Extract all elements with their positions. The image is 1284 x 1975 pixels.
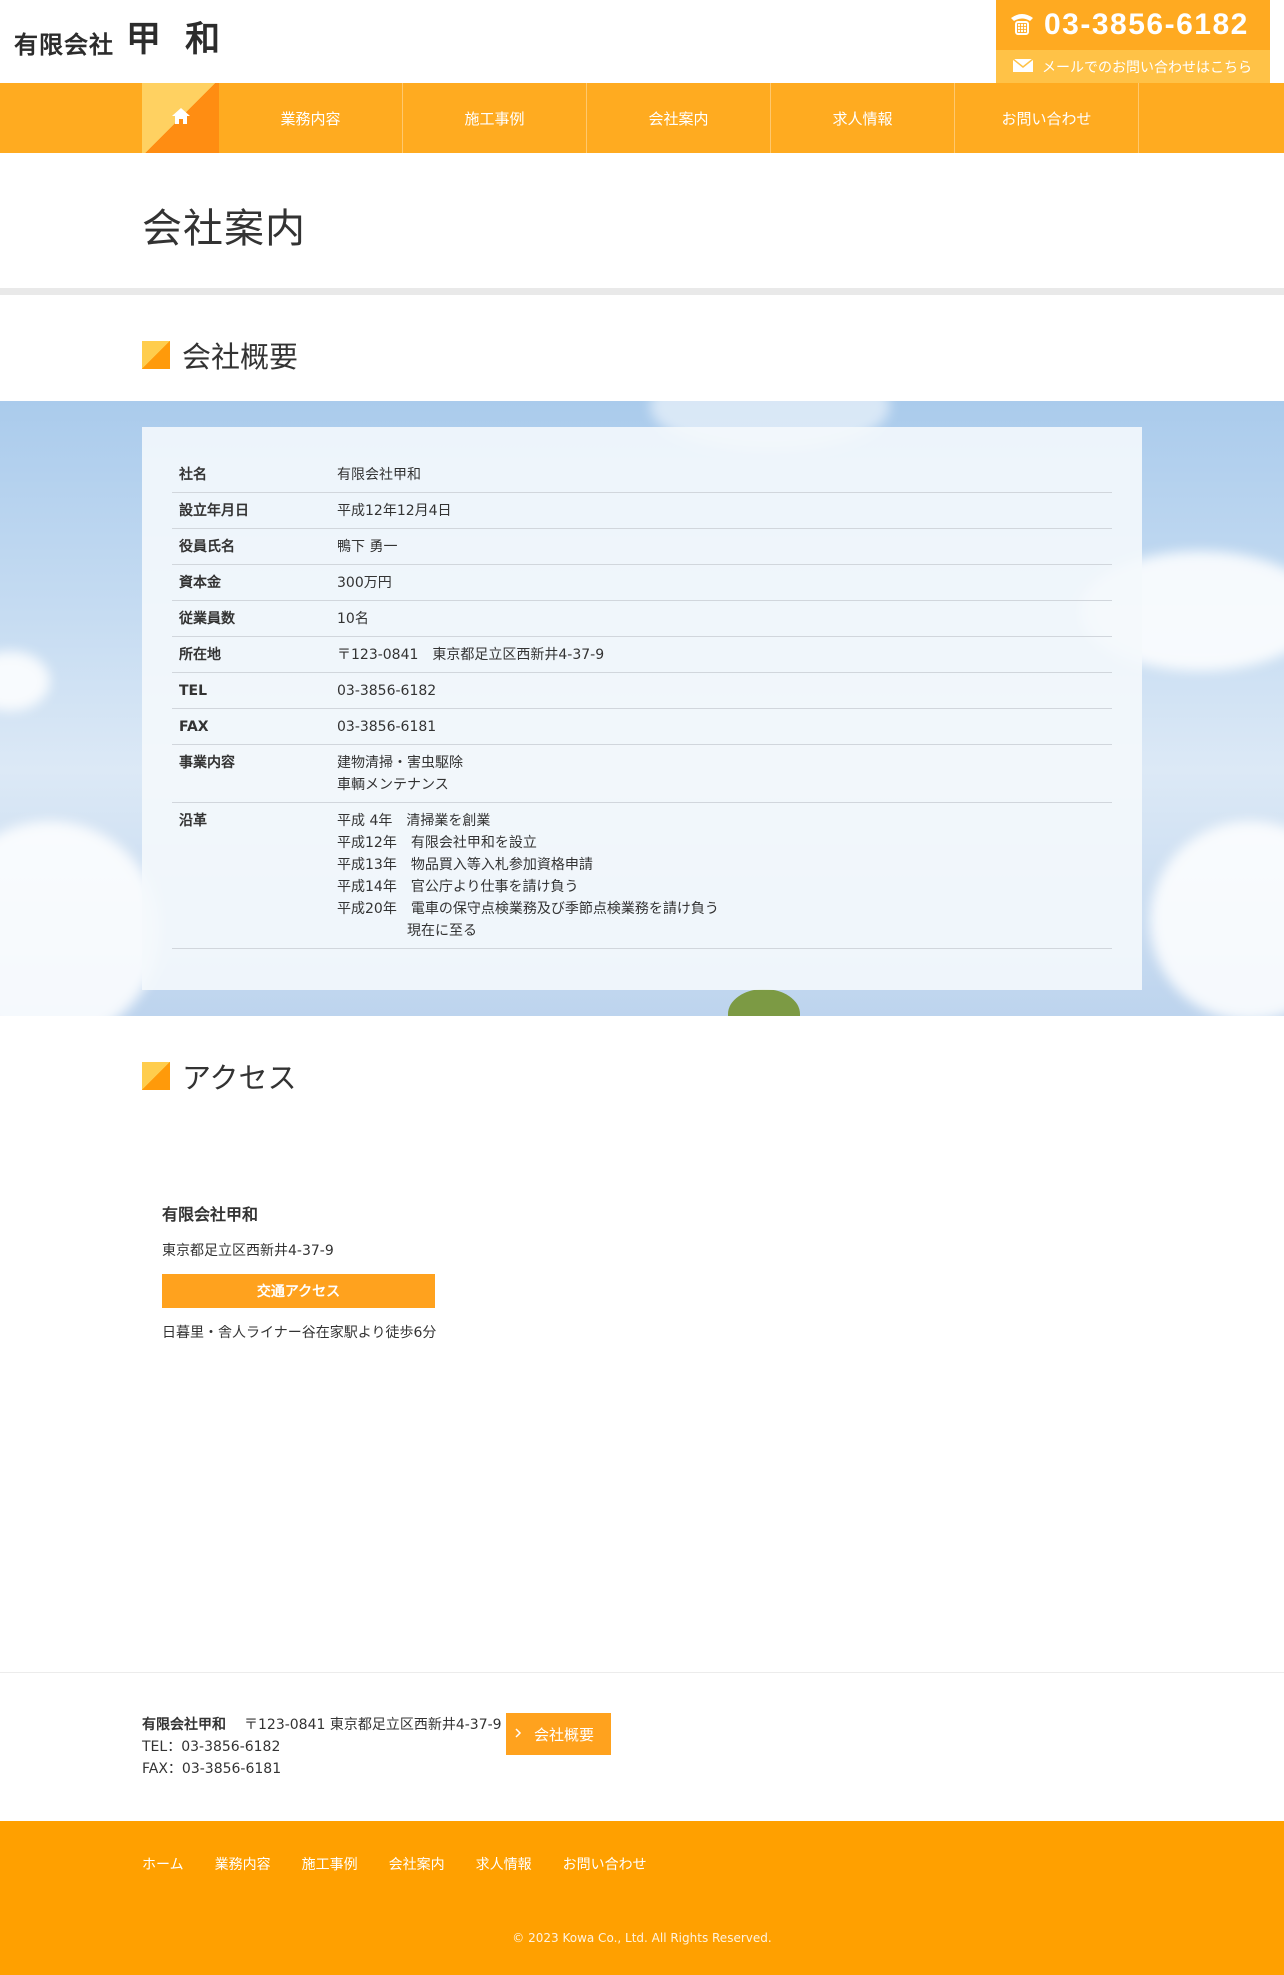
row-label: 社名 — [179, 467, 207, 483]
value-line: 鴨下 勇一 — [337, 539, 398, 555]
header-contact: 03-3856-6182 メールでのお問い合わせはこちら — [996, 0, 1270, 83]
value-line: 平成 4年 清掃業を創業 — [337, 813, 491, 829]
value-line: 現在に至る — [337, 923, 477, 939]
footer-link-home[interactable]: ホーム — [142, 1854, 184, 1874]
nav-home[interactable] — [142, 83, 219, 153]
value-line: 平成12年12月4日 — [337, 503, 452, 519]
site-logo[interactable]: 有限会社 甲 和 — [14, 20, 226, 60]
company-overview-button[interactable]: 会社概要 — [506, 1713, 611, 1755]
footer-fax: FAX：03-3856-6181 — [142, 1761, 282, 1777]
access-route: 日暮里・舎人ライナー谷在家駅より徒歩6分 — [162, 1325, 437, 1341]
heading-square-icon — [142, 341, 170, 369]
row-value: 03-3856-6182 — [337, 680, 1112, 702]
table-row: 設立年月日 平成12年12月4日 — [172, 493, 1112, 529]
nav-item-company[interactable]: 会社案内 — [587, 83, 771, 153]
value-line: 有限会社甲和 — [337, 467, 421, 483]
footer-link-contact[interactable]: お問い合わせ — [563, 1854, 647, 1874]
row-label: 資本金 — [179, 575, 221, 591]
heading-square-icon — [142, 1062, 170, 1090]
logo-prefix: 有限会社 — [14, 31, 114, 59]
row-value: 〒123-0841 東京都足立区西新井4-37-9 — [337, 644, 1112, 666]
table-row: 資本金 300万円 — [172, 565, 1112, 601]
footer-link-services[interactable]: 業務内容 — [215, 1854, 271, 1874]
company-overview-table: 社名 有限会社甲和 設立年月日 平成12年12月4日 役員氏名 鴨下 勇一 資本… — [172, 457, 1112, 949]
footer-tel: TEL：03-3856-6182 — [142, 1739, 281, 1755]
row-value: 有限会社甲和 — [337, 464, 1112, 486]
value-line: 車輌メンテナンス — [337, 777, 449, 793]
row-value: 建物清掃・害虫駆除 車輌メンテナンス — [337, 752, 1112, 796]
footer-link-recruit[interactable]: 求人情報 — [476, 1854, 532, 1874]
transport-access-button[interactable]: 交通アクセス — [162, 1274, 435, 1308]
table-row: 役員氏名 鴨下 勇一 — [172, 529, 1112, 565]
value-line: 平成12年 有限会社甲和を設立 — [337, 835, 537, 851]
row-label: TEL — [179, 683, 208, 699]
row-value: 鴨下 勇一 — [337, 536, 1112, 558]
logo-name: 甲 和 — [126, 20, 227, 60]
value-line: 300万円 — [337, 575, 392, 591]
table-row: TEL 03-3856-6182 — [172, 673, 1112, 709]
value-line: 〒123-0841 東京都足立区西新井4-37-9 — [337, 647, 605, 663]
row-label: 設立年月日 — [179, 503, 249, 519]
row-value: 03-3856-6181 — [337, 716, 1112, 738]
access-address: 東京都足立区西新井4-37-9 — [162, 1243, 334, 1259]
row-label: 事業内容 — [179, 755, 235, 771]
footer-company-info: 有限会社甲和 〒123-0841 東京都足立区西新井4-37-9 TEL：03-3… — [142, 1714, 502, 1780]
row-value: 平成12年12月4日 — [337, 500, 1112, 522]
company-overview-button-label: 会社概要 — [534, 1725, 595, 1744]
nav-item-works[interactable]: 施工事例 — [403, 83, 587, 153]
row-label: 役員氏名 — [179, 539, 235, 555]
value-line: 平成20年 電車の保守点検業務及び季節点検業務を請け負う — [337, 901, 719, 917]
footer-address: 〒123-0841 東京都足立区西新井4-37-9 — [244, 1717, 502, 1733]
row-label: FAX — [179, 719, 209, 735]
overview-title: 会社概要 — [182, 340, 299, 374]
row-value: 10名 — [337, 608, 1112, 630]
mail-icon — [1012, 57, 1034, 77]
access-heading: アクセス — [142, 1055, 297, 1097]
chevron-right-icon — [514, 1725, 522, 1743]
row-label: 沿革 — [179, 813, 207, 829]
footer-nav: ホーム 業務内容 施工事例 会社案内 求人情報 お問い合わせ — [142, 1854, 647, 1874]
title-divider — [0, 288, 1284, 295]
footer-link-company[interactable]: 会社案内 — [389, 1854, 445, 1874]
nav-item-recruit[interactable]: 求人情報 — [771, 83, 955, 153]
mail-contact-link[interactable]: メールでのお問い合わせはこちら — [996, 50, 1270, 83]
nav-item-services[interactable]: 業務内容 — [219, 83, 403, 153]
global-nav: 業務内容 施工事例 会社案内 求人情報 お問い合わせ — [0, 83, 1284, 153]
table-row: 事業内容 建物清掃・害虫駆除 車輌メンテナンス — [172, 745, 1112, 803]
access-company-name: 有限会社甲和 — [162, 1205, 259, 1224]
row-value: 300万円 — [337, 572, 1112, 594]
site-header: 有限会社 甲 和 03-3856-6182 メールでのお問い合わせはこちら — [0, 0, 1284, 83]
mail-contact-label: メールでのお問い合わせはこちら — [1042, 59, 1252, 76]
row-value: 平成 4年 清掃業を創業 平成12年 有限会社甲和を設立 平成13年 物品買入等… — [337, 810, 1112, 942]
value-line: 03-3856-6181 — [337, 719, 437, 735]
copyright: © 2023 Kowa Co., Ltd. All Rights Reserve… — [512, 1931, 772, 1945]
table-row: FAX 03-3856-6181 — [172, 709, 1112, 745]
table-row: 社名 有限会社甲和 — [172, 457, 1112, 493]
table-row: 沿革 平成 4年 清掃業を創業 平成12年 有限会社甲和を設立 平成13年 物品… — [172, 803, 1112, 949]
page-title: 会社案内 — [142, 206, 306, 252]
overview-heading: 会社概要 — [142, 334, 298, 376]
nav-item-contact[interactable]: お問い合わせ — [955, 83, 1139, 153]
company-overview-card: 社名 有限会社甲和 設立年月日 平成12年12月4日 役員氏名 鴨下 勇一 資本… — [142, 427, 1142, 990]
table-row: 所在地 〒123-0841 東京都足立区西新井4-37-9 — [172, 637, 1112, 673]
phone-icon — [1008, 9, 1036, 41]
row-label: 従業員数 — [179, 611, 235, 627]
phone-link[interactable]: 03-3856-6182 — [996, 0, 1270, 50]
access-title: アクセス — [182, 1061, 297, 1095]
footer-divider — [0, 1672, 1284, 1673]
row-label: 所在地 — [179, 647, 221, 663]
value-line: 平成14年 官公庁より仕事を請け負う — [337, 879, 579, 895]
home-icon — [171, 107, 191, 129]
footer-link-works[interactable]: 施工事例 — [302, 1854, 358, 1874]
value-line: 平成13年 物品買入等入札参加資格申請 — [337, 857, 593, 873]
value-line: 10名 — [337, 611, 369, 627]
value-line: 建物清掃・害虫駆除 — [337, 755, 463, 771]
phone-number: 03-3856-6182 — [1044, 8, 1249, 41]
table-row: 従業員数 10名 — [172, 601, 1112, 637]
site-footer: ホーム 業務内容 施工事例 会社案内 求人情報 お問い合わせ © 2023 Ko… — [0, 1821, 1284, 1975]
tree-image — [728, 989, 800, 1016]
footer-company-name: 有限会社甲和 — [142, 1717, 226, 1733]
value-line: 03-3856-6182 — [337, 683, 437, 699]
